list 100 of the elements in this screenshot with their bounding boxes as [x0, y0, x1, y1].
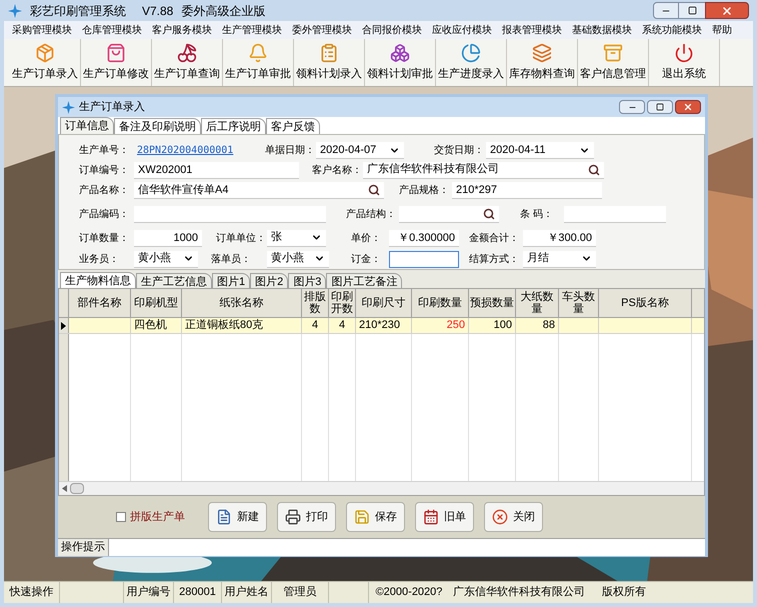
toolbar-button[interactable]: 领料计划审批 — [365, 39, 436, 86]
dropdown-field[interactable]: 黄小燕 — [267, 250, 329, 268]
field-label: 结算方式： — [469, 252, 520, 266]
table-cell-text: 4 — [338, 318, 346, 334]
input-field[interactable] — [389, 250, 459, 268]
dropdown-field[interactable]: 2020-04-11 — [486, 142, 594, 159]
tab[interactable]: 客户反馈 — [266, 118, 320, 134]
order-number-link[interactable]: 28PN202004000001 — [137, 144, 237, 158]
menu-item[interactable]: 生产管理模块 — [222, 22, 282, 38]
column-header[interactable]: 印刷开数 — [329, 291, 355, 315]
maximize-button[interactable] — [647, 100, 673, 114]
checkbox[interactable] — [116, 512, 126, 522]
input-field[interactable]: 1000 — [134, 230, 202, 246]
lookup-field[interactable]: 信华软件宣传单A4 — [134, 182, 384, 199]
close-icon — [492, 509, 508, 525]
archive-icon — [603, 42, 623, 63]
menu-item[interactable]: 帮助 — [712, 22, 732, 38]
column-header[interactable]: 印刷数量 — [418, 297, 462, 309]
tab[interactable]: 图片工艺备注 — [326, 273, 402, 288]
tab[interactable]: 后工序说明 — [201, 118, 266, 134]
toolbar-button[interactable]: 生产订单修改 — [81, 39, 152, 86]
package-icon — [35, 42, 55, 63]
dropdown-field[interactable]: 月结 — [523, 250, 596, 268]
column-header[interactable]: PS版名称 — [621, 297, 669, 309]
column-header[interactable]: 部件名称 — [78, 297, 122, 309]
star-logo-icon — [8, 4, 22, 18]
column-header[interactable]: 车头数量 — [559, 291, 598, 315]
action-button[interactable]: 新建 — [208, 502, 267, 532]
toolbar-button[interactable]: 库存物料查询 — [507, 39, 578, 86]
action-button[interactable]: 打印 — [277, 502, 336, 532]
tab[interactable]: 生产物料信息 — [60, 272, 136, 288]
toolbar-button[interactable]: 领料计划录入 — [294, 39, 365, 86]
toolbar-button[interactable]: 生产订单审批 — [223, 39, 294, 86]
child-window-title: 生产订单录入 — [79, 100, 145, 115]
layers-icon — [532, 42, 552, 63]
dropdown-field[interactable]: 张 — [267, 230, 326, 246]
toolbar-button[interactable]: 生产订单录入 — [10, 39, 81, 86]
status-text: 广东信华软件科技有限公司 — [453, 584, 585, 600]
field-label: 订单数量： — [79, 232, 130, 246]
checkbox-label: 拼版生产单 — [130, 510, 185, 525]
menu-item[interactable]: 采购管理模块 — [12, 22, 72, 38]
maximize-button[interactable] — [679, 2, 705, 19]
menu-item[interactable]: 报表管理模块 — [502, 22, 562, 38]
calendar-icon — [423, 509, 439, 525]
close-button[interactable] — [675, 100, 701, 114]
menu-item[interactable]: 客户服务模块 — [152, 22, 212, 38]
clipboard-icon — [319, 42, 339, 63]
version-label: V7.88 — [142, 2, 174, 20]
power-icon — [674, 42, 694, 63]
tab[interactable]: 图片1 — [212, 273, 250, 288]
close-button[interactable] — [705, 2, 749, 19]
action-button[interactable]: 保存 — [346, 502, 405, 532]
column-header[interactable]: 排版数 — [302, 291, 328, 315]
column-header[interactable]: 印刷尺寸 — [362, 297, 406, 309]
menu-item[interactable]: 基础数据模块 — [572, 22, 632, 38]
input-field[interactable]: XW202001 — [134, 162, 299, 178]
action-button[interactable]: 旧单 — [415, 502, 474, 532]
toolbar-button[interactable]: 客户信息管理 — [578, 39, 649, 86]
field-label: 落单员： — [211, 252, 252, 266]
field-label: 产品规格： — [399, 184, 450, 198]
tab[interactable]: 订单信息 — [60, 117, 114, 134]
menu-item[interactable]: 仓库管理模块 — [82, 22, 142, 38]
dropdown-field[interactable]: 黄小燕 — [134, 250, 198, 268]
column-header[interactable]: 纸张名称 — [220, 297, 264, 309]
toolbar-button[interactable]: 退出系统 — [649, 39, 720, 86]
input-field[interactable] — [134, 206, 326, 222]
menu-item[interactable]: 委外管理模块 — [292, 22, 352, 38]
column-header[interactable]: 印刷机型 — [134, 297, 178, 309]
action-button[interactable]: 关闭 — [484, 502, 543, 532]
dropdown-field[interactable]: 2020-04-07 — [316, 142, 404, 159]
menu-item[interactable]: 应收应付模块 — [432, 22, 492, 38]
tab[interactable]: 图片2 — [250, 273, 288, 288]
menu-item[interactable]: 合同报价模块 — [362, 22, 422, 38]
toolbar-button[interactable]: 生产进度录入 — [436, 39, 507, 86]
lookup-field[interactable]: 广东信华软件科技有限公司 — [363, 162, 604, 178]
tab[interactable]: 备注及印刷说明 — [114, 118, 201, 134]
table-row[interactable]: 四色机 正道铜板纸80克 4 4 210*230 250 100 88 — [59, 318, 704, 334]
field-label: 订金： — [351, 252, 382, 266]
printer-icon — [285, 509, 301, 525]
star-logo-icon — [62, 100, 75, 114]
input-field[interactable]: ￥0.300000 — [389, 230, 459, 246]
column-header[interactable]: 大纸数量 — [516, 291, 558, 315]
cherry-icon — [177, 42, 197, 63]
tab[interactable]: 生产工艺信息 — [136, 273, 212, 288]
status-text: 快速操作 — [10, 585, 54, 600]
column-header[interactable]: 预损数量 — [470, 297, 514, 309]
lookup-field[interactable] — [399, 206, 499, 222]
input-field[interactable] — [564, 206, 666, 222]
close-icon — [683, 102, 693, 112]
tab[interactable]: 图片3 — [288, 273, 326, 288]
close-icon — [721, 4, 733, 16]
input-field[interactable]: ￥300.00 — [523, 230, 596, 246]
horizontal-scrollbar[interactable] — [59, 481, 704, 495]
menu-item[interactable]: 系统功能模块 — [642, 22, 702, 38]
table-cell-text: 100 — [492, 318, 512, 334]
status-text: 用户编号 — [126, 584, 170, 600]
field-label: 条 码： — [520, 208, 554, 222]
input-field[interactable]: 210*297 — [452, 182, 602, 199]
toolbar-button[interactable]: 生产订单查询 — [152, 39, 223, 86]
table-cell-text: 4 — [310, 318, 320, 334]
